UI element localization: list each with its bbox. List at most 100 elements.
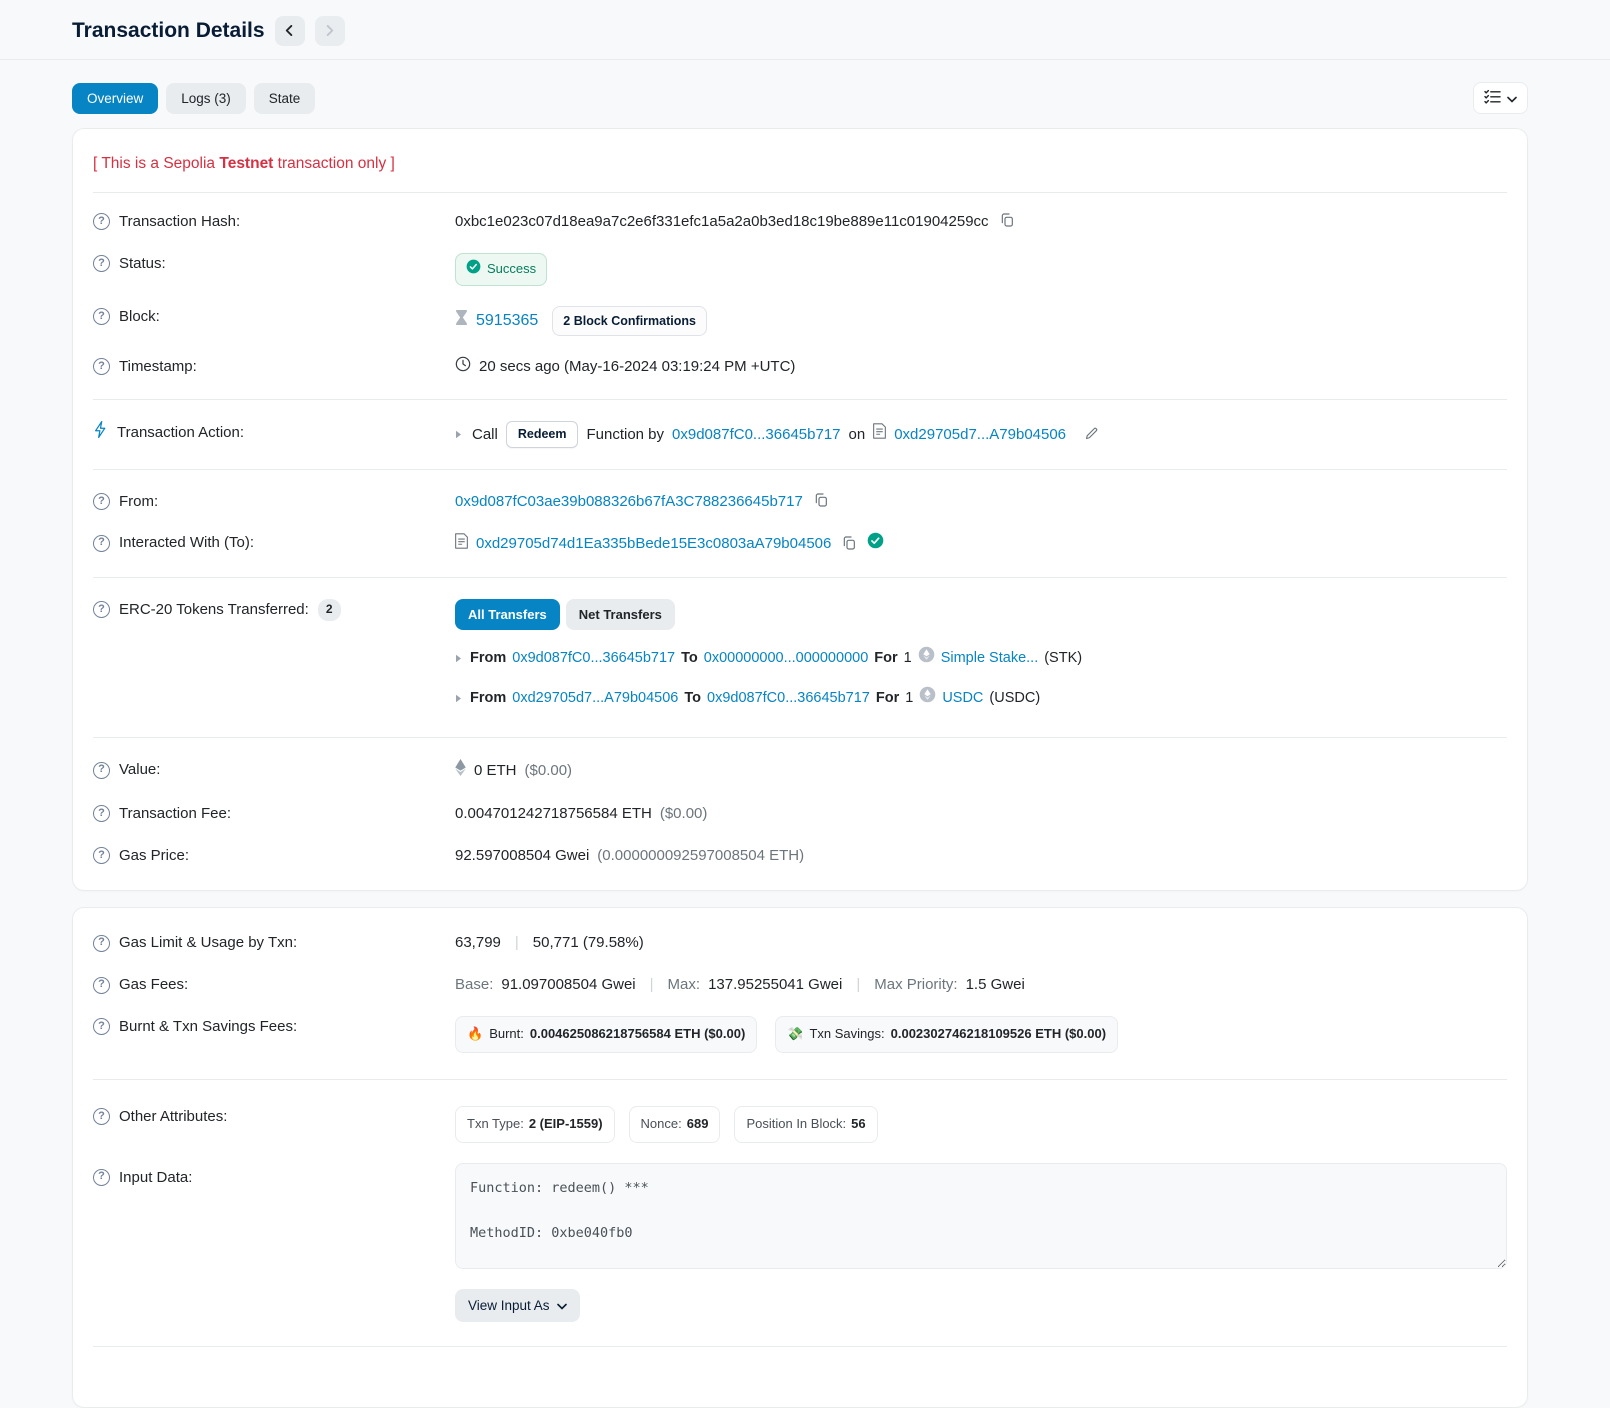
- expand-caret-icon[interactable]: [455, 694, 462, 703]
- transfer-row: From 0x9d087fC0...36645b717 To 0x0000000…: [455, 640, 1082, 676]
- help-icon[interactable]: ?: [93, 847, 110, 864]
- transfer-token-link[interactable]: Simple Stake...: [941, 648, 1039, 669]
- help-icon[interactable]: ?: [93, 977, 110, 994]
- help-icon[interactable]: ?: [93, 601, 110, 618]
- contract-icon: [873, 423, 886, 446]
- position-value: 56: [851, 1115, 865, 1134]
- burnt-savings-label: Burnt & Txn Savings Fees:: [119, 1016, 297, 1038]
- input-data-textarea[interactable]: Function: redeem() *** MethodID: 0xbe040…: [455, 1163, 1507, 1269]
- view-input-as-label: View Input As: [468, 1298, 550, 1313]
- from-label: From:: [119, 491, 158, 513]
- burnt-value: 0.004625086218756584 ETH ($0.00): [530, 1025, 745, 1044]
- action-to-link[interactable]: 0xd29705d7...A79b04506: [894, 424, 1066, 446]
- help-icon[interactable]: ?: [93, 935, 110, 952]
- savings-value: 0.002302746218109526 ETH ($0.00): [891, 1025, 1106, 1044]
- transfer-from-link[interactable]: 0x9d087fC0...36645b717: [512, 648, 675, 669]
- display-options-button[interactable]: [1473, 82, 1528, 114]
- token-icon: [918, 646, 935, 670]
- help-icon[interactable]: ?: [93, 255, 110, 272]
- prev-transaction-button[interactable]: [275, 16, 305, 46]
- tab-state[interactable]: State: [254, 83, 316, 114]
- from-label-group: ? From:: [93, 491, 455, 513]
- erc20-transfers-row: ? ERC-20 Tokens Transferred: 2 All Trans…: [93, 589, 1507, 726]
- timestamp-row: ? Timestamp: 20 secs ago (May-16-2024 03…: [93, 346, 1507, 389]
- action-call-word: Call: [472, 424, 498, 446]
- tab-logs[interactable]: Logs (3): [166, 83, 246, 114]
- transfer-to-link[interactable]: 0x00000000...000000000: [704, 648, 869, 669]
- page-header: Transaction Details: [0, 0, 1610, 60]
- help-icon[interactable]: ?: [93, 762, 110, 779]
- testnet-warning-bold: Testnet: [219, 155, 273, 172]
- expand-caret-icon[interactable]: [455, 654, 462, 663]
- view-input-as-button[interactable]: View Input As: [455, 1289, 580, 1322]
- copy-from-button[interactable]: [811, 492, 831, 511]
- transfer-from-word: From: [470, 648, 506, 669]
- help-icon[interactable]: ?: [93, 805, 110, 822]
- block-number-link[interactable]: 5915365: [476, 309, 538, 332]
- tab-bar: Overview Logs (3) State: [0, 60, 1610, 128]
- action-on-word: on: [849, 424, 866, 446]
- timestamp-label-group: ? Timestamp:: [93, 356, 455, 378]
- max-fee-word: Max:: [668, 974, 701, 996]
- transfer-token-link[interactable]: USDC: [942, 688, 983, 709]
- edit-action-button[interactable]: [1082, 426, 1101, 444]
- other-attributes-label: Other Attributes:: [119, 1106, 227, 1128]
- help-icon[interactable]: ?: [93, 535, 110, 552]
- page-title: Transaction Details: [72, 19, 265, 43]
- base-fee-word: Base:: [455, 974, 493, 996]
- verified-check-icon: [867, 532, 884, 556]
- net-transfers-button[interactable]: Net Transfers: [566, 599, 675, 630]
- copy-to-button[interactable]: [839, 535, 859, 554]
- help-icon[interactable]: ?: [93, 213, 110, 230]
- help-icon[interactable]: ?: [93, 493, 110, 510]
- help-icon[interactable]: ?: [93, 1169, 110, 1186]
- transfer-from-link[interactable]: 0xd29705d7...A79b04506: [512, 688, 678, 709]
- all-transfers-button[interactable]: All Transfers: [455, 599, 560, 630]
- status-badge: Success: [455, 253, 547, 286]
- base-fee-value: 91.097008504 Gwei: [501, 974, 635, 996]
- copy-hash-button[interactable]: [997, 212, 1017, 231]
- transfer-to-link[interactable]: 0x9d087fC0...36645b717: [707, 688, 870, 709]
- help-icon[interactable]: ?: [93, 358, 110, 375]
- action-from-link[interactable]: 0x9d087fC0...36645b717: [672, 424, 840, 446]
- nonce-badge: Nonce: 689: [629, 1106, 721, 1143]
- money-wings-icon: 💸: [787, 1025, 803, 1044]
- check-circle-icon: [466, 259, 481, 280]
- transaction-action-row: Transaction Action: Call Redeem Function…: [93, 411, 1507, 457]
- chevron-down-icon: [557, 1298, 567, 1313]
- action-method-badge[interactable]: Redeem: [506, 421, 579, 447]
- burnt-savings-label-group: ? Burnt & Txn Savings Fees:: [93, 1016, 455, 1038]
- position-word: Position In Block:: [746, 1115, 846, 1134]
- overview-card: [ This is a Sepolia Testnet transaction …: [72, 128, 1528, 891]
- erc20-label: ERC-20 Tokens Transferred:: [119, 599, 309, 621]
- status-label-group: ? Status:: [93, 253, 455, 275]
- txn-savings-badge: 💸 Txn Savings: 0.002302746218109526 ETH …: [775, 1016, 1118, 1053]
- next-transaction-button[interactable]: [315, 16, 345, 46]
- tab-overview[interactable]: Overview: [72, 83, 158, 114]
- hourglass-icon: [455, 310, 468, 332]
- timestamp-label: Timestamp:: [119, 356, 197, 378]
- from-address-link[interactable]: 0x9d087fC03ae39b088326b67fA3C788236645b7…: [455, 491, 803, 513]
- transaction-hash-label: Transaction Hash:: [119, 211, 240, 233]
- interacted-with-row: ? Interacted With (To): 0xd29705d74d1Ea3…: [93, 522, 1507, 566]
- savings-word: Txn Savings:: [809, 1025, 884, 1044]
- txn-type-value: 2 (EIP-1559): [529, 1115, 603, 1134]
- fire-icon: 🔥: [467, 1025, 483, 1044]
- other-attributes-label-group: ? Other Attributes:: [93, 1106, 455, 1128]
- help-icon[interactable]: ?: [93, 1108, 110, 1125]
- burnt-word: Burnt:: [489, 1025, 524, 1044]
- max-fee-value: 137.95255041 Gwei: [708, 974, 842, 996]
- value-label: Value:: [119, 759, 160, 781]
- gas-limit-label: Gas Limit & Usage by Txn:: [119, 932, 297, 954]
- value-label-group: ? Value:: [93, 759, 455, 781]
- expand-caret-icon[interactable]: [455, 430, 462, 439]
- help-icon[interactable]: ?: [93, 308, 110, 325]
- help-icon[interactable]: ?: [93, 1018, 110, 1035]
- to-address-link[interactable]: 0xd29705d74d1Ea335bBede15E3c0803aA79b045…: [476, 533, 831, 555]
- separator: |: [509, 932, 525, 954]
- details-card: ? Gas Limit & Usage by Txn: 63,799 | 50,…: [72, 907, 1528, 1407]
- gas-price-label: Gas Price:: [119, 845, 189, 867]
- block-row: ? Block: 5915365 2 Block Confirmations: [93, 296, 1507, 346]
- transfer-for-word: For: [874, 648, 897, 669]
- copy-icon: [813, 492, 829, 511]
